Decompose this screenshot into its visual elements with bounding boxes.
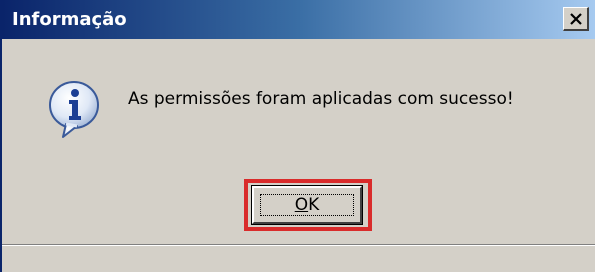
dialog-separator bbox=[2, 244, 595, 246]
close-button[interactable] bbox=[563, 7, 589, 31]
ok-mnemonic: O bbox=[294, 195, 309, 215]
dialog-message: As permissões foram aplicadas com sucess… bbox=[128, 89, 514, 109]
dialog-title: Informação bbox=[12, 9, 127, 30]
ok-button-label: OK bbox=[295, 195, 320, 215]
ok-button[interactable]: OK bbox=[251, 185, 363, 225]
info-dialog: Informação As permissões foram aplicadas… bbox=[0, 0, 595, 272]
ok-label-rest: K bbox=[308, 195, 320, 215]
dialog-titlebar[interactable]: Informação bbox=[2, 0, 595, 39]
close-icon bbox=[569, 12, 582, 25]
info-icon bbox=[49, 81, 99, 138]
